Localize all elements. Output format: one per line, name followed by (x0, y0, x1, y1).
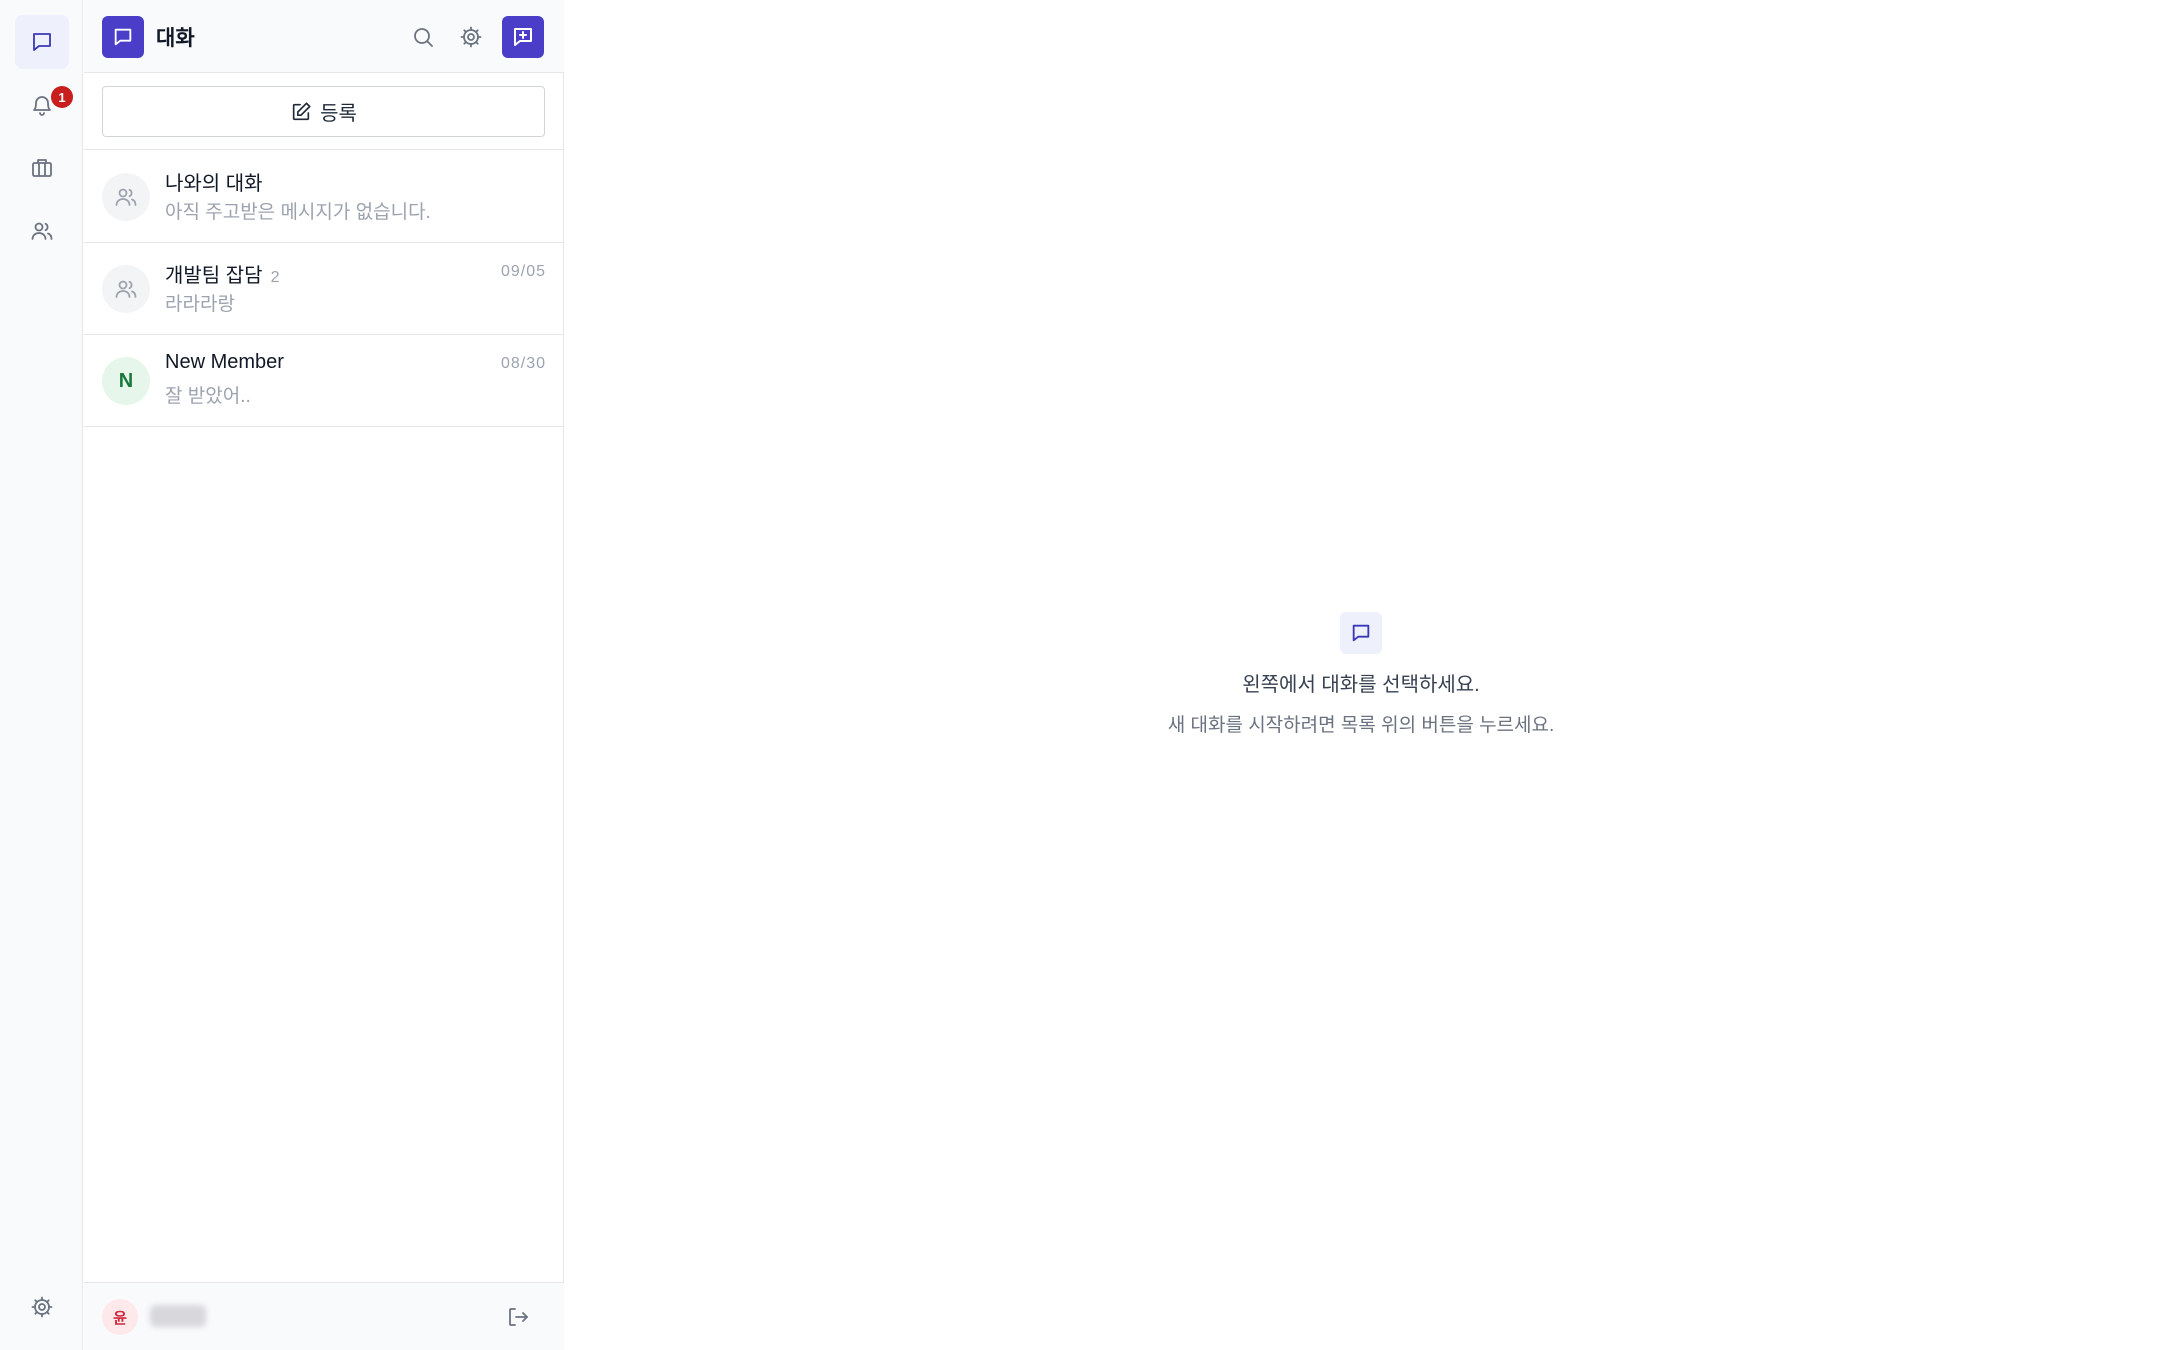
register-button-label: 등록 (320, 103, 357, 125)
search-button[interactable] (402, 16, 444, 58)
logout-button[interactable] (504, 1303, 532, 1331)
users-icon (115, 188, 137, 206)
group-avatar (102, 265, 150, 313)
member-count: 2 (270, 269, 280, 286)
new-conversation-button[interactable] (502, 16, 544, 58)
chat-icon (102, 16, 144, 58)
panel-footer: 윤 (84, 1282, 564, 1350)
new-chat-icon (514, 28, 532, 46)
register-button[interactable]: 등록 (102, 86, 545, 137)
gear-icon (31, 1296, 53, 1318)
register-area: 등록 (84, 74, 564, 150)
rail-chat-button[interactable] (15, 15, 69, 69)
avatar[interactable]: 윤 (102, 1299, 138, 1335)
notification-badge: 1 (51, 86, 73, 108)
conversation-name: 나와의 대화 (165, 173, 263, 195)
page-title: 대화 (156, 27, 195, 50)
conversation-item[interactable]: N New Member 08/30 잘 받았어.. (84, 335, 564, 427)
group-avatar (102, 173, 150, 221)
user-name-blurred (150, 1305, 206, 1327)
panel-header: 대화 (84, 0, 564, 73)
panel-settings-button[interactable] (450, 16, 492, 58)
chat-icon (33, 33, 51, 51)
logout-icon (509, 1308, 528, 1326)
rail-settings-button[interactable] (15, 1280, 69, 1334)
conversation-name: New Member (165, 351, 284, 373)
rail-members-button[interactable] (15, 204, 69, 258)
edit-icon (292, 101, 311, 120)
conversation-item[interactable]: 나와의 대화 아직 주고받은 메시지가 없습니다. (84, 151, 564, 243)
search-icon (414, 28, 433, 47)
conversation-item[interactable]: 개발팀 잡담 2 09/05 라라라랑 (84, 243, 564, 335)
conversation-preview: 라라라랑 (165, 294, 235, 315)
users-icon (115, 280, 137, 298)
empty-state-subtitle: 새 대화를 시작하려면 목록 위의 버튼을 누르세요. (1167, 715, 1555, 736)
rail-notifications-button[interactable]: 1 (15, 78, 73, 132)
conversation-panel: 대화 등록 나와의 대화 아직 주고받은 메시지가 없습니다. 개발팀 잡담 2 … (84, 0, 564, 1350)
empty-state-title: 왼쪽에서 대화를 선택하세요. (1242, 674, 1480, 696)
briefcase-icon (32, 159, 52, 177)
conversation-preview: 아직 주고받은 메시지가 없습니다. (165, 202, 431, 223)
conversation-preview: 잘 받았어.. (165, 386, 251, 407)
user-avatar: N (102, 357, 150, 405)
conversation-date: 09/05 (500, 263, 546, 280)
icon-rail: 1 (0, 0, 83, 1350)
rail-work-button[interactable] (15, 141, 69, 195)
conversation-name: 개발팀 잡담 2 (165, 265, 280, 287)
chat-icon (1340, 612, 1382, 654)
gear-icon (460, 26, 482, 48)
conversation-date: 08/30 (500, 355, 546, 372)
users-icon (31, 222, 53, 240)
